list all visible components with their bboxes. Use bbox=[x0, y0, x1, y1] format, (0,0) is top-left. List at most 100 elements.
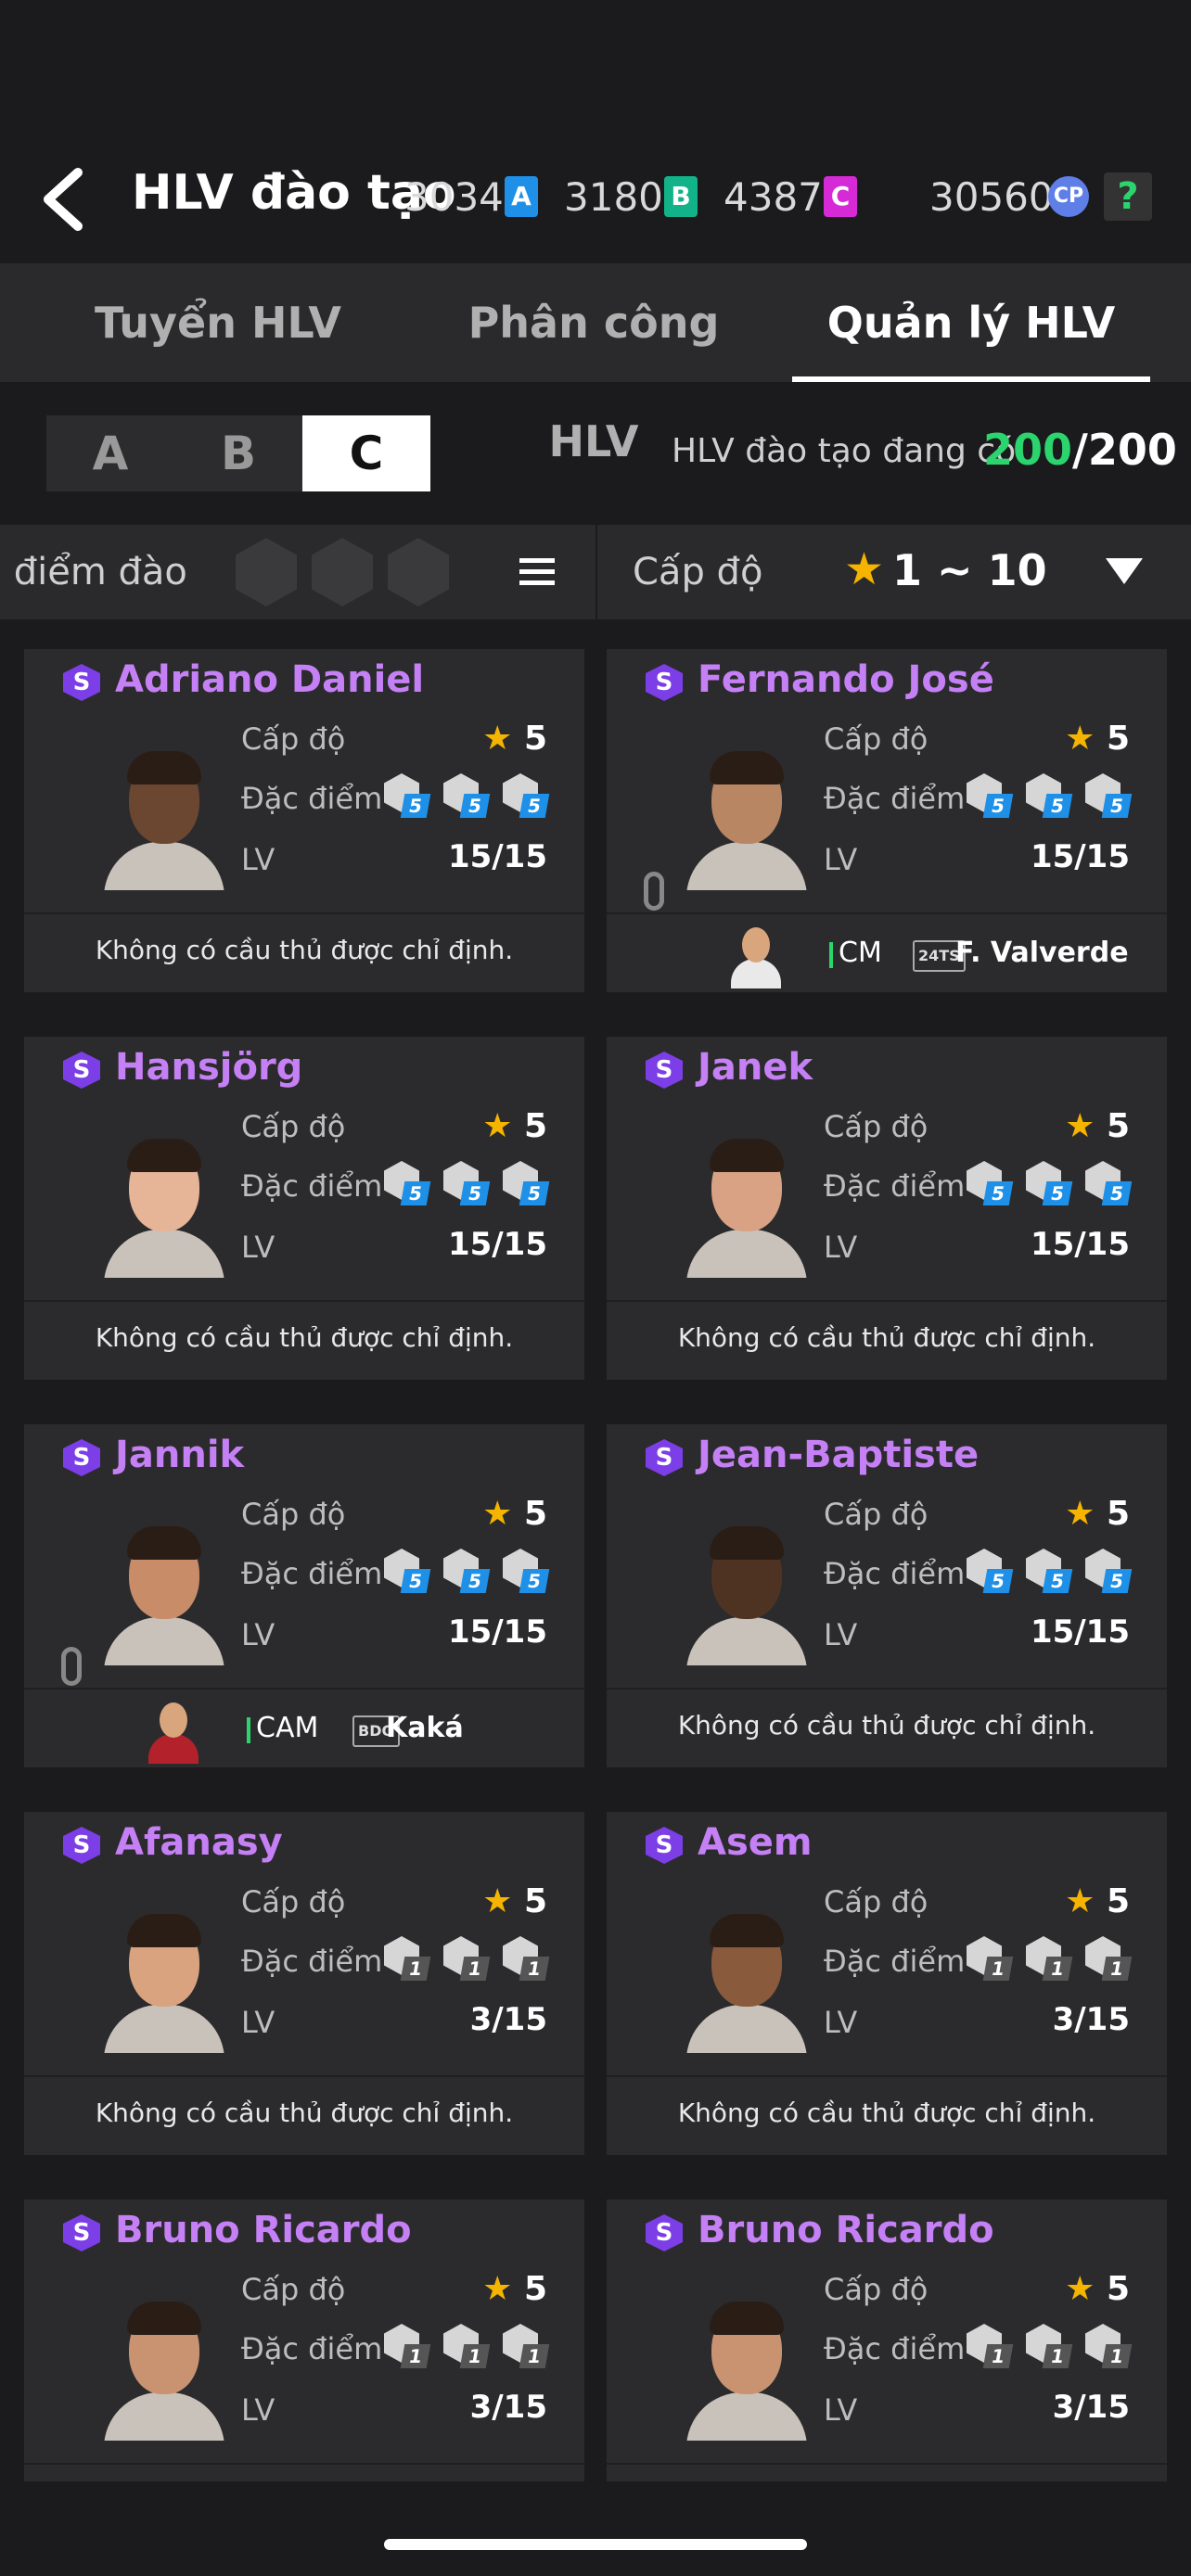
dropdown-triangle-icon[interactable] bbox=[1106, 558, 1143, 584]
trait-icon: 1 bbox=[967, 1936, 1014, 1981]
coach-count: 200/200 bbox=[983, 425, 1177, 475]
level-label: Cấp độ bbox=[241, 1497, 346, 1532]
no-player-text: Không có cầu thủ được chỉ định. bbox=[677, 2098, 1096, 2128]
coach-lv-value: 3/15 bbox=[469, 2389, 547, 2426]
trait-icon: 1 bbox=[1026, 2324, 1073, 2368]
card-divider bbox=[607, 2463, 1167, 2465]
coach-name: Janek bbox=[698, 1046, 813, 1089]
coach-count-max: /200 bbox=[1072, 425, 1177, 475]
rank-s-icon: S bbox=[646, 1439, 683, 1476]
assigned-player[interactable]: CAM BDO Kaká bbox=[24, 1691, 584, 1767]
coach-card[interactable]: S Jean-Baptiste Cấp độ ★ 5 Đặc điểm 5 5 5 LV 15/1… bbox=[607, 1424, 1167, 1767]
cp-value: 30560 bbox=[929, 174, 1054, 220]
rank-s-icon: S bbox=[63, 1439, 100, 1476]
coach-portrait bbox=[686, 2302, 807, 2441]
coach-lv-value: 15/15 bbox=[447, 838, 547, 875]
no-player-text: Không có cầu thủ được chỉ định. bbox=[95, 2098, 514, 2128]
coach-level-value: 5 bbox=[1106, 1495, 1130, 1533]
active-tab-indicator bbox=[792, 376, 1150, 382]
menu-icon[interactable] bbox=[519, 558, 555, 586]
coach-grid: S Adriano Daniel Cấp độ ★ 5 Đặc điểm 5 5 5 LV 15/… bbox=[0, 631, 1191, 2481]
level-label: Cấp độ bbox=[241, 1884, 346, 1919]
coach-card[interactable]: S Adriano Daniel Cấp độ ★ 5 Đặc điểm 5 5 5 LV 15/… bbox=[24, 649, 584, 992]
level-label: Cấp độ bbox=[241, 2272, 346, 2307]
trait-level: 5 bbox=[459, 1569, 491, 1593]
rank-s-icon: S bbox=[63, 664, 100, 701]
coach-level-value: 5 bbox=[523, 1107, 547, 1145]
tab-manage-coach[interactable]: Quản lý HLV bbox=[792, 263, 1150, 382]
coach-level-value: 5 bbox=[1106, 720, 1130, 758]
link-icon bbox=[61, 1647, 82, 1686]
help-button[interactable]: ? bbox=[1104, 172, 1152, 221]
trait-icon: 1 bbox=[1026, 1936, 1073, 1981]
grade-a-button[interactable]: A bbox=[46, 415, 174, 491]
trait-level: 1 bbox=[519, 1957, 550, 1981]
coach-lv-value: 15/15 bbox=[447, 1613, 547, 1651]
level-label: Cấp độ bbox=[824, 1497, 928, 1532]
trait-icon: 5 bbox=[503, 1549, 550, 1593]
player-position: CAM bbox=[256, 1712, 319, 1744]
coach-portrait bbox=[686, 1526, 807, 1665]
card-divider bbox=[24, 2075, 584, 2077]
trait-slot-icon[interactable] bbox=[312, 538, 373, 606]
coach-card[interactable]: S Fernando José Cấp độ ★ 5 Đặc điểm 5 5 5 LV 15/1… bbox=[607, 649, 1167, 992]
coach-name: Adriano Daniel bbox=[115, 658, 425, 701]
trait-level: 5 bbox=[1101, 1181, 1133, 1205]
coach-portrait bbox=[686, 1914, 807, 2053]
trait-label: Đặc điểm bbox=[824, 1556, 963, 1591]
coach-lv-value: 15/15 bbox=[1030, 1226, 1130, 1263]
currency-b-icon: B bbox=[664, 176, 698, 217]
no-player-text: Không có cầu thủ được chỉ định. bbox=[95, 1322, 514, 1353]
tab-recruit-coach[interactable]: Tuyển HLV bbox=[56, 263, 380, 382]
coach-card[interactable]: S Afanasy Cấp độ ★ 5 Đặc điểm 1 1 1 LV 3/15 Không … bbox=[24, 1812, 584, 2155]
trait-icon: 5 bbox=[443, 1549, 491, 1593]
coach-card[interactable]: S Asem Cấp độ ★ 5 Đặc điểm 1 1 1 LV 3/15 Không có … bbox=[607, 1812, 1167, 2155]
currency-c-value: 4387 bbox=[724, 174, 823, 220]
coach-level-value: 5 bbox=[523, 2270, 547, 2308]
trait-slot-icon[interactable] bbox=[236, 538, 297, 606]
level-filter-range[interactable]: 1 ~ 10 bbox=[892, 545, 1047, 595]
coach-name: Afanasy bbox=[115, 1821, 283, 1864]
trait-slot-icon[interactable] bbox=[388, 538, 449, 606]
coach-level-value: 5 bbox=[1106, 1107, 1130, 1145]
coach-card[interactable]: S Hansjörg Cấp độ ★ 5 Đặc điểm 5 5 5 LV 15/15 Khôn… bbox=[24, 1037, 584, 1380]
tab-bar: Tuyển HLV Phân công HLV Quản lý HLV bbox=[0, 263, 1191, 466]
trait-icon: 5 bbox=[443, 773, 491, 818]
tab-assign-coach[interactable]: Phân công HLV bbox=[427, 263, 761, 466]
back-arrow-icon[interactable] bbox=[37, 167, 93, 232]
coach-card[interactable]: S Bruno Ricardo Cấp độ ★ 5 Đặc điểm 1 1 1 LV 3/15… bbox=[607, 2200, 1167, 2481]
trait-filter-label: c điểm đào bbox=[0, 551, 187, 593]
trait-icon: 1 bbox=[967, 2324, 1014, 2368]
trait-level: 5 bbox=[982, 1181, 1014, 1205]
no-player-text: Không có cầu thủ được chỉ định. bbox=[607, 2468, 1167, 2481]
assigned-player[interactable]: CM 24TS F. Valverde bbox=[607, 916, 1167, 992]
coach-portrait bbox=[686, 751, 807, 890]
card-divider bbox=[607, 1688, 1167, 1690]
trait-label: Đặc điểm bbox=[241, 781, 380, 816]
coach-portrait bbox=[104, 1914, 224, 2053]
currency-c-icon: C bbox=[824, 176, 857, 217]
filter-bar: c điểm đào Cấp độ ★ 1 ~ 10 bbox=[0, 525, 1191, 619]
grade-b-button[interactable]: B bbox=[174, 415, 302, 491]
trait-icon: 1 bbox=[503, 2324, 550, 2368]
rank-s-icon: S bbox=[63, 2214, 100, 2251]
trait-label: Đặc điểm bbox=[241, 1944, 380, 1979]
star-icon: ★ bbox=[844, 543, 885, 595]
grade-c-button[interactable]: C bbox=[302, 415, 430, 491]
coach-name: Jean-Baptiste bbox=[698, 1434, 980, 1476]
trait-level: 1 bbox=[1101, 2344, 1133, 2368]
currency-b-value: 3180 bbox=[564, 174, 663, 220]
trait-filter[interactable]: c điểm đào bbox=[0, 525, 594, 619]
rank-s-icon: S bbox=[646, 1827, 683, 1864]
coach-card[interactable]: S Bruno Ricardo Cấp độ ★ 5 Đặc điểm 1 1 1 LV 3/15… bbox=[24, 2200, 584, 2481]
coach-card[interactable]: S Janek Cấp độ ★ 5 Đặc điểm 5 5 5 LV 15/15 Không c… bbox=[607, 1037, 1167, 1380]
rank-s-icon: S bbox=[646, 664, 683, 701]
coach-level: ★ 5 bbox=[1065, 1495, 1130, 1533]
coach-name: Jannik bbox=[115, 1434, 245, 1476]
coach-card[interactable]: S Jannik Cấp độ ★ 5 Đặc điểm 5 5 5 LV 15/15 CAM BDO… bbox=[24, 1424, 584, 1767]
trait-level: 1 bbox=[400, 1957, 431, 1981]
coach-level: ★ 5 bbox=[1065, 2270, 1130, 2308]
coach-level-value: 5 bbox=[523, 720, 547, 758]
star-icon: ★ bbox=[1065, 1495, 1107, 1533]
trait-label: Đặc điểm bbox=[824, 1944, 963, 1979]
